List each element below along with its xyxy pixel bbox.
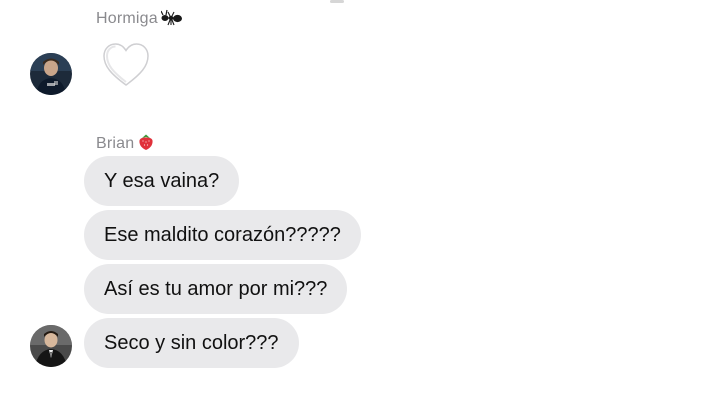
message-text: Ese maldito corazón?????: [104, 223, 341, 246]
message-bubble[interactable]: Seco y sin color???: [84, 318, 299, 368]
ant-emoji-icon: [160, 8, 183, 29]
sender-name-label: Hormiga: [96, 9, 158, 27]
sender-name-hormiga: Hormiga: [96, 8, 183, 29]
message-text: Y esa vaina?: [104, 169, 220, 192]
message-text: Seco y sin color???: [104, 331, 279, 354]
message-bubble[interactable]: Así es tu amor por mi???: [84, 264, 348, 314]
sender-name-brian: Brian: [96, 133, 155, 154]
avatar-brian[interactable]: [30, 325, 72, 367]
message-text: Así es tu amor por mi???: [104, 277, 328, 300]
sender-name-label: Brian: [96, 134, 135, 152]
cropped-previous-content: [330, 0, 344, 3]
message-bubble[interactable]: Y esa vaina?: [84, 156, 240, 206]
strawberry-emoji-icon: [137, 133, 155, 154]
message-bubble[interactable]: Ese maldito corazón?????: [84, 210, 361, 260]
avatar-hormiga[interactable]: [30, 53, 72, 95]
white-heart-icon[interactable]: [101, 40, 151, 90]
